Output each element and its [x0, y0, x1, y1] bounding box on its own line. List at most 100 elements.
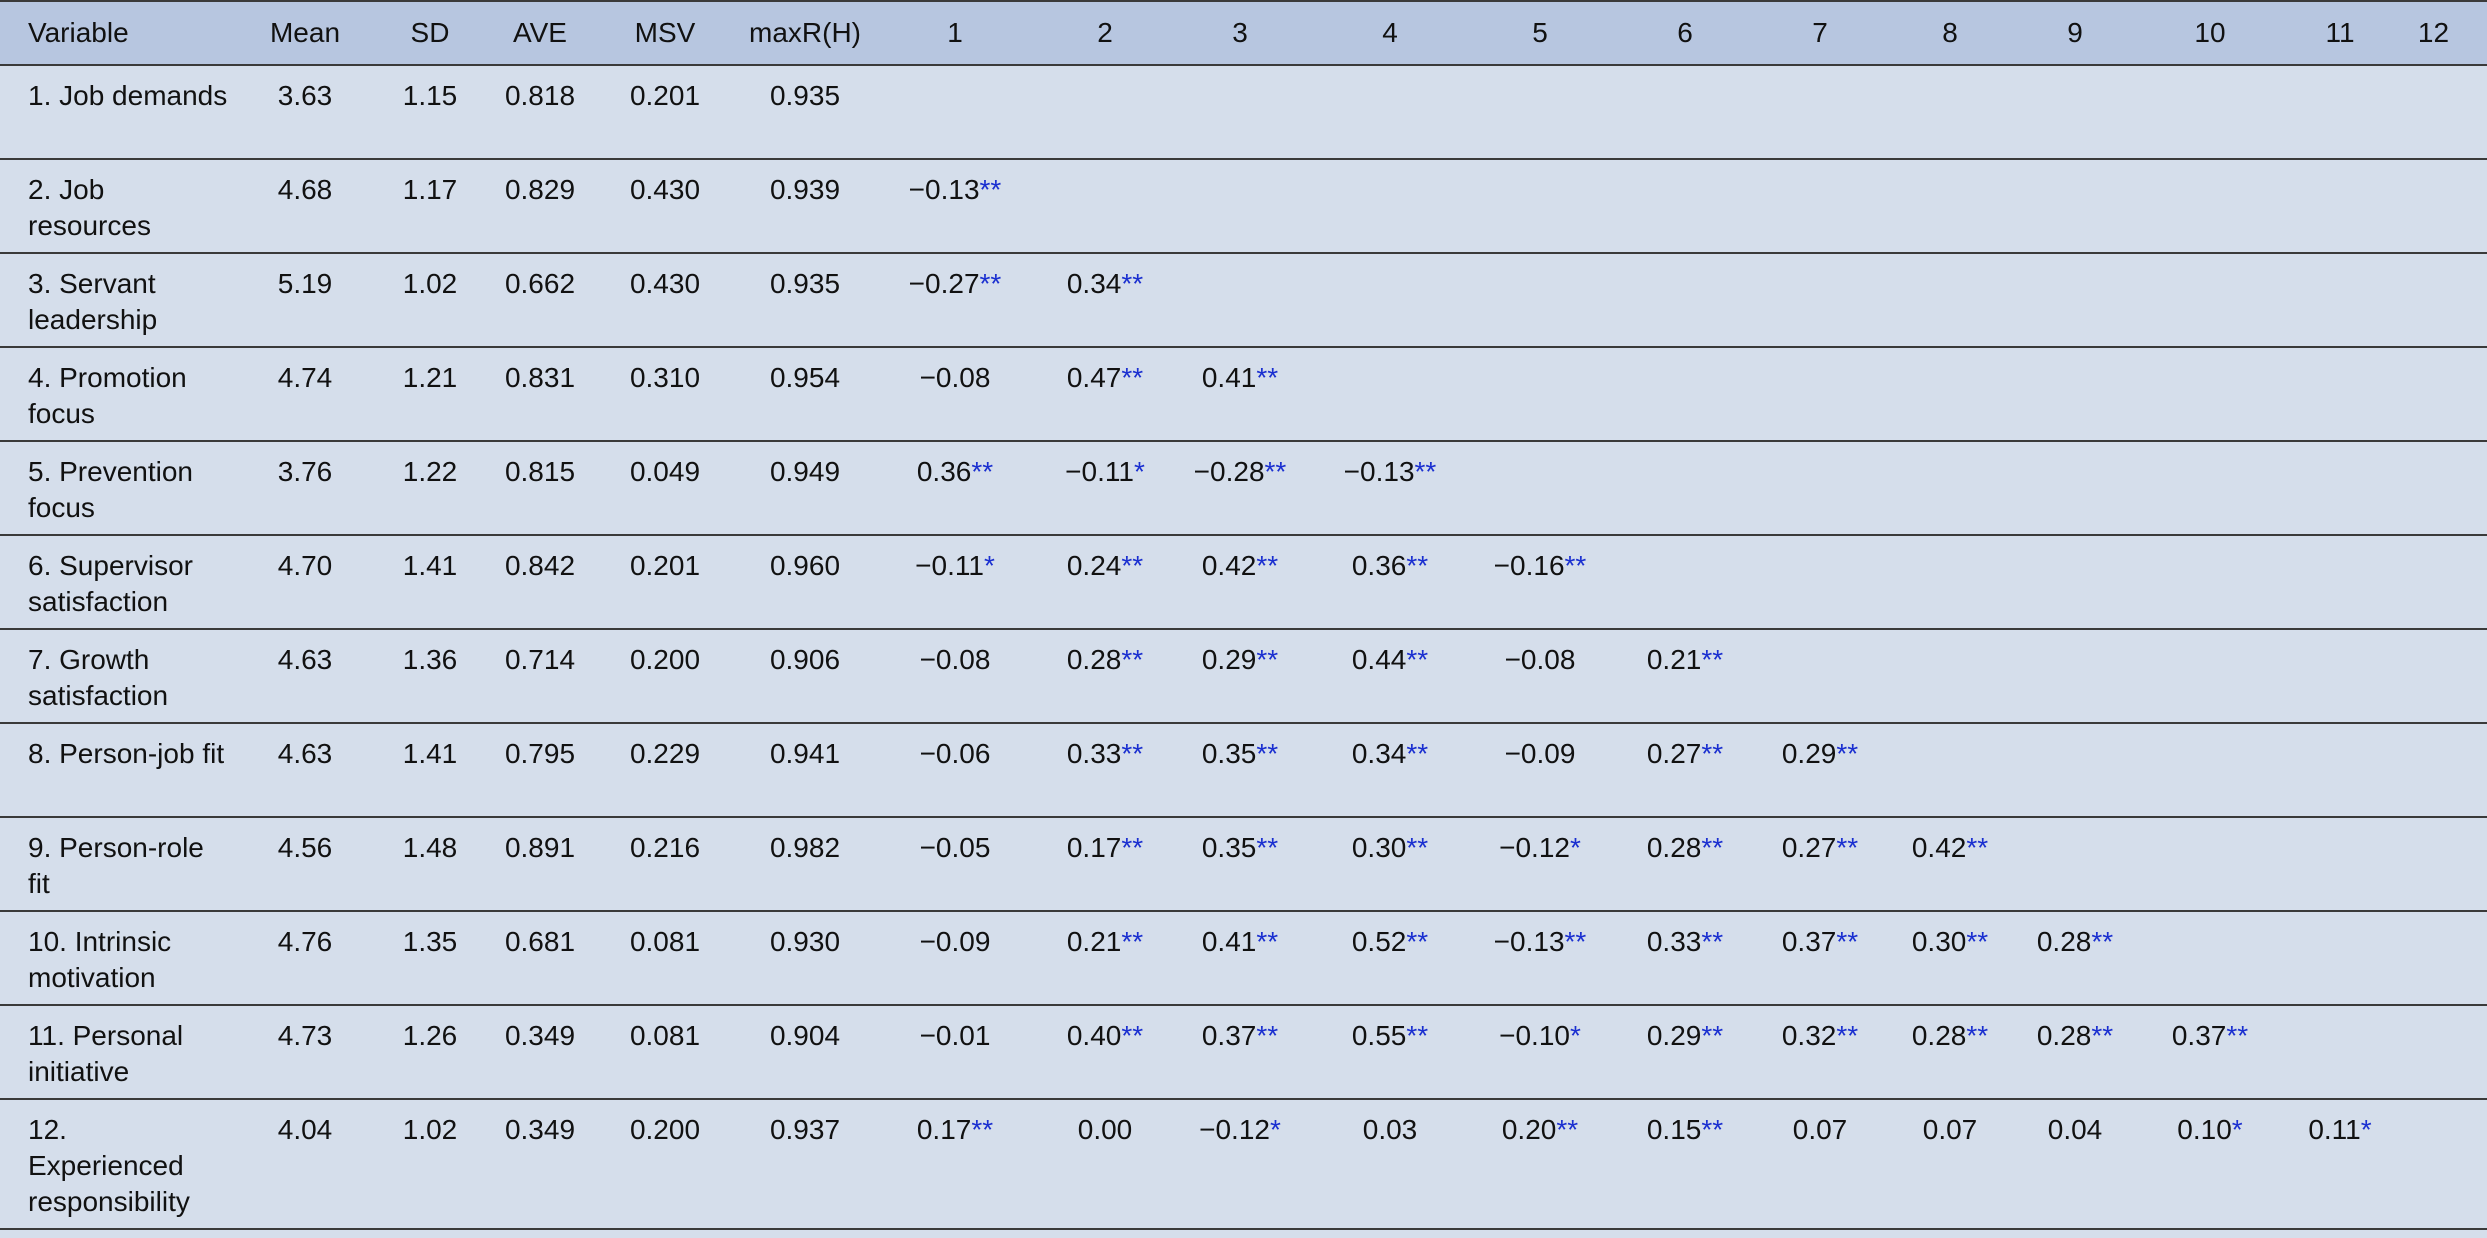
table-row: 7. Growth satisfaction 4.63 1.36 0.714 0.200…: [0, 629, 2487, 724]
correlation-value: −0.11: [1065, 456, 1134, 487]
correlation-cell: [1870, 723, 2030, 818]
significance-marker: **: [1121, 644, 1144, 675]
correlation-value: 0.03: [1362, 1114, 1418, 1145]
correlation-cell: [2380, 441, 2487, 536]
correlation-cell: −0.11*: [1030, 441, 1180, 536]
correlation-value: 0.32: [1781, 1020, 1837, 1051]
correlation-cell: 0.00: [1030, 1099, 1180, 1230]
correlation-value: 0.07: [1922, 1114, 1978, 1145]
table-row: 12. Experienced responsibility 4.04 1.02 0.…: [0, 1099, 2487, 1230]
column-header-7: 7: [1770, 0, 1870, 66]
column-header-11: 11: [2300, 0, 2380, 66]
significance-marker: **: [2226, 1020, 2249, 1051]
correlation-value: −0.27: [908, 268, 980, 299]
correlation-value: −0.13: [908, 174, 980, 205]
correlation-cell: [2030, 629, 2120, 724]
correlation-cell: [1770, 347, 1870, 442]
correlation-value: 0.33: [1066, 738, 1122, 769]
correlation-cell: [2120, 535, 2300, 630]
correlation-cell: [1870, 629, 2030, 724]
correlation-value: 0.27: [1646, 738, 1702, 769]
correlation-value: 0.20: [1501, 1114, 1557, 1145]
stat-cell: 0.829: [480, 159, 600, 254]
correlation-value: 0.04: [2047, 1114, 2103, 1145]
correlation-cell: 0.34**: [1030, 253, 1180, 348]
correlation-value: 0.30: [1351, 832, 1407, 863]
significance-marker: **: [971, 1114, 994, 1145]
correlation-cell: [2380, 911, 2487, 1006]
correlation-cell: [2120, 441, 2300, 536]
correlation-cell: 0.15**: [1600, 1099, 1770, 1230]
correlation-cell: 0.36**: [880, 441, 1030, 536]
correlation-cell: −0.06: [880, 723, 1030, 818]
variable-cell: 5. Prevention focus: [0, 441, 230, 536]
stat-cell: 0.904: [730, 1005, 880, 1100]
table-row: 11. Personal initiative 4.73 1.26 0.349 0.08…: [0, 1005, 2487, 1100]
correlation-cell: 0.07: [1870, 1099, 2030, 1230]
table-row: 3. Servant leadership 5.19 1.02 0.662 0.430 0…: [0, 253, 2487, 348]
correlation-value: 0.10: [2177, 1114, 2232, 1145]
correlation-value: 0.35: [1201, 832, 1257, 863]
stat-cell: 4.70: [230, 535, 380, 630]
significance-marker: **: [1966, 926, 1989, 957]
stat-cell: 0.906: [730, 629, 880, 724]
column-header-12: 12: [2380, 0, 2487, 66]
stat-cell: 0.941: [730, 723, 880, 818]
column-header-mean: Mean: [230, 0, 380, 66]
stat-cell: 0.081: [600, 1005, 730, 1100]
significance-marker: **: [1701, 832, 1724, 863]
significance-marker: **: [1121, 1020, 1144, 1051]
correlation-value: 0.42: [1911, 832, 1967, 863]
significance-marker: **: [1836, 1020, 1859, 1051]
stat-cell: 5.19: [230, 253, 380, 348]
correlation-cell: [2030, 817, 2120, 912]
correlation-cell: [2120, 253, 2300, 348]
correlation-value: 0.41: [1201, 362, 1257, 393]
variable-name: 11. Personal initiative: [28, 1020, 184, 1087]
correlation-cell: [2380, 159, 2487, 254]
correlation-cell: [1180, 159, 1300, 254]
correlation-cell: −0.09: [880, 911, 1030, 1006]
significance-marker: **: [1836, 832, 1859, 863]
correlation-cell: [1600, 253, 1770, 348]
stat-cell: 0.935: [730, 65, 880, 160]
stat-cell: 0.949: [730, 441, 880, 536]
correlation-table-container: Variable Mean SD AVE MSV maxR(H) 1 2 3 4 5 6 7 8 9 10 11…: [0, 0, 2487, 1238]
stat-cell: 4.74: [230, 347, 380, 442]
correlation-cell: [2030, 535, 2120, 630]
column-header-sd: SD: [380, 0, 480, 66]
correlation-cell: [2380, 347, 2487, 442]
correlation-value: 0.07: [1792, 1114, 1848, 1145]
correlation-cell: [1300, 159, 1480, 254]
correlation-value: 0.44: [1351, 644, 1407, 675]
stat-cell: 0.662: [480, 253, 600, 348]
significance-marker: **: [979, 174, 1002, 205]
stat-cell: 0.349: [480, 1099, 600, 1230]
column-header-msv: MSV: [600, 0, 730, 66]
correlation-cell: 0.28**: [1030, 629, 1180, 724]
column-header-maxr-h: maxR(H): [730, 0, 880, 66]
stat-cell: 0.818: [480, 65, 600, 160]
correlation-value: 0.33: [1646, 926, 1702, 957]
correlation-table: Variable Mean SD AVE MSV maxR(H) 1 2 3 4 5 6 7 8 9 10 11…: [0, 0, 2487, 1230]
correlation-cell: −0.12*: [1180, 1099, 1300, 1230]
significance-marker: **: [1406, 832, 1429, 863]
correlation-cell: −0.09: [1480, 723, 1600, 818]
correlation-cell: 0.42**: [1870, 817, 2030, 912]
correlation-value: 0.34: [1351, 738, 1407, 769]
significance-marker: **: [1406, 1020, 1429, 1051]
correlation-value: 0.40: [1066, 1020, 1122, 1051]
variable-cell: 7. Growth satisfaction: [0, 629, 230, 724]
column-header-ave: AVE: [480, 0, 600, 66]
stat-cell: 0.201: [600, 535, 730, 630]
stat-cell: 4.63: [230, 629, 380, 724]
correlation-cell: [1030, 159, 1180, 254]
variable-cell: 6. Supervisor satisfaction: [0, 535, 230, 630]
correlation-cell: 0.36**: [1300, 535, 1480, 630]
stat-cell: 0.954: [730, 347, 880, 442]
correlation-value: 0.30: [1911, 926, 1967, 957]
stat-cell: 4.56: [230, 817, 380, 912]
correlation-cell: −0.08: [1480, 629, 1600, 724]
correlation-cell: [2300, 1005, 2380, 1100]
significance-marker: **: [1836, 926, 1859, 957]
